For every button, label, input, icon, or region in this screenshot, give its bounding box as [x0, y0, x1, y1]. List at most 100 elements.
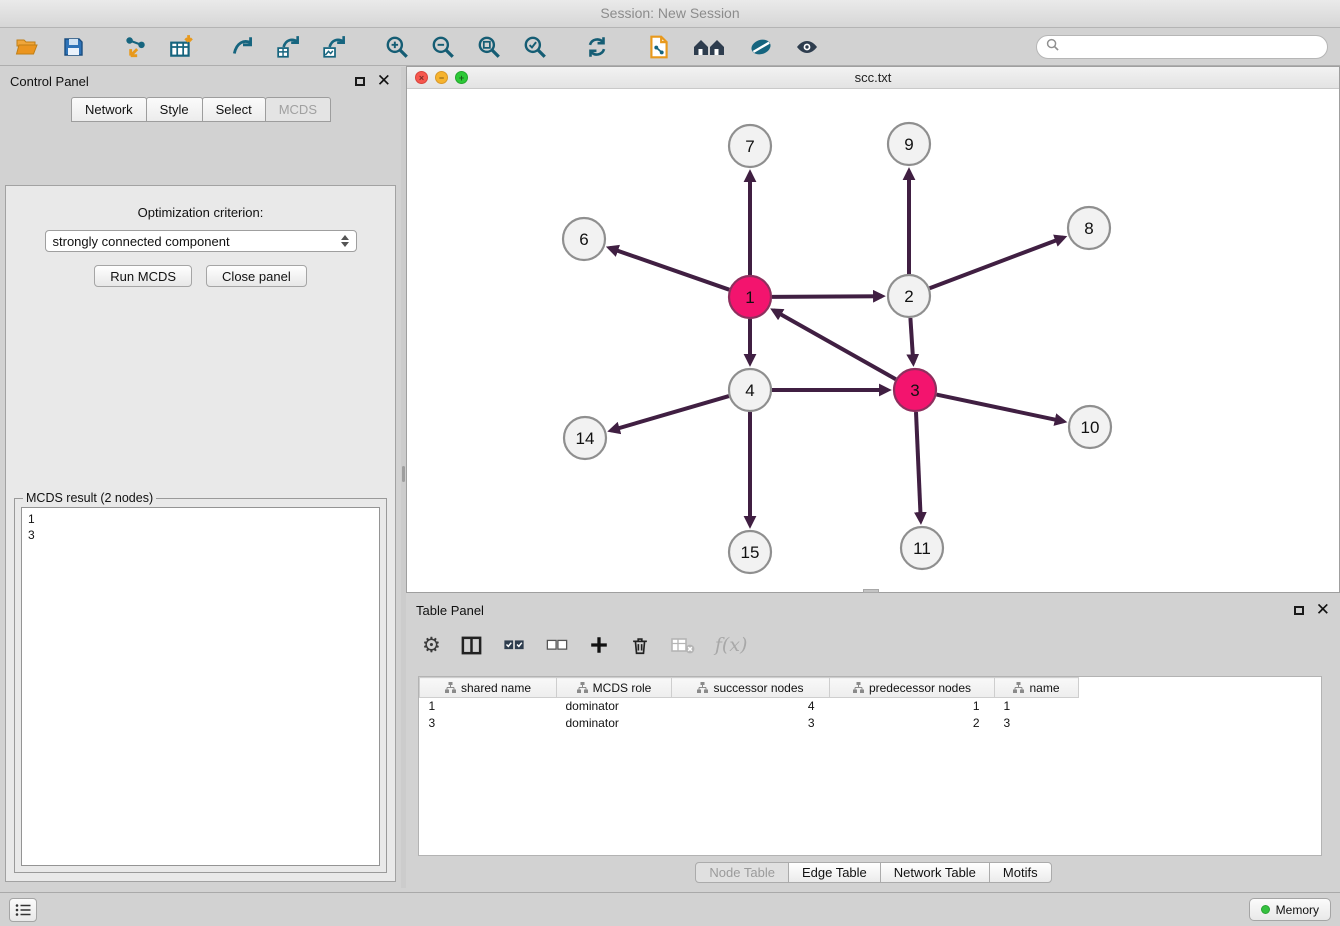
float-table-panel-icon[interactable]	[1294, 606, 1304, 615]
graph-edge-3-1[interactable]	[774, 310, 896, 379]
import-network-icon[interactable]	[120, 32, 150, 62]
graph-node-10[interactable]: 10	[1069, 406, 1111, 448]
svg-text:15: 15	[741, 543, 760, 562]
function-builder-icon[interactable]: f(x)	[715, 634, 748, 656]
mcds-result-group: MCDS result (2 nodes) 13	[14, 491, 387, 873]
column-header-successor-nodes[interactable]: successor nodes	[672, 678, 830, 698]
graph-edge-3-10[interactable]	[937, 395, 1064, 422]
graph-node-15[interactable]: 15	[729, 531, 771, 573]
tab-select[interactable]: Select	[202, 97, 266, 122]
search-field[interactable]	[1036, 35, 1328, 59]
tab-mcds[interactable]: MCDS	[265, 97, 331, 122]
mcds-panel: Optimization criterion: strongly connect…	[5, 185, 396, 882]
graph-node-3[interactable]: 3	[894, 369, 936, 411]
zoom-in-icon[interactable]	[382, 32, 412, 62]
graph-edge-3-11[interactable]	[916, 412, 921, 521]
close-panel-icon[interactable]: ✕	[377, 73, 391, 90]
zoom-out-icon[interactable]	[428, 32, 458, 62]
svg-text:4: 4	[745, 381, 754, 400]
column-header-predecessor-nodes[interactable]: predecessor nodes	[830, 678, 995, 698]
table-settings-icon[interactable]: ⚙	[422, 635, 441, 656]
table-row[interactable]: 3dominator323	[420, 715, 1322, 732]
node-table-header-row: shared nameMCDS rolesuccessor nodesprede…	[420, 678, 1322, 698]
table-row[interactable]: 1dominator411	[420, 698, 1322, 715]
mcds-result-title: MCDS result (2 nodes)	[23, 491, 156, 505]
window-minimize-button[interactable]: −	[435, 71, 448, 84]
zoom-fit-icon[interactable]	[474, 32, 504, 62]
memory-button[interactable]: Memory	[1249, 898, 1331, 921]
close-panel-button[interactable]: Close panel	[206, 265, 307, 287]
tab-node-table[interactable]: Node Table	[695, 862, 789, 883]
tab-edge-table[interactable]: Edge Table	[788, 862, 881, 883]
graph-edge-4-14[interactable]	[611, 396, 729, 430]
mcds-result-list[interactable]: 13	[21, 507, 380, 866]
graph-node-6[interactable]: 6	[563, 218, 605, 260]
svg-text:1: 1	[745, 288, 754, 307]
svg-text:8: 8	[1084, 219, 1093, 238]
graph-edge-2-3[interactable]	[910, 318, 913, 363]
graph-node-4[interactable]: 4	[729, 369, 771, 411]
graph-node-7[interactable]: 7	[729, 125, 771, 167]
search-input[interactable]	[1065, 39, 1318, 54]
table-panel-title: Table Panel	[416, 603, 484, 618]
graph-edge-1-6[interactable]	[610, 248, 730, 290]
save-session-icon[interactable]	[58, 32, 88, 62]
copy-network-icon[interactable]	[644, 32, 674, 62]
show-columns-icon[interactable]	[460, 634, 483, 657]
app-title: Session: New Session	[600, 5, 739, 21]
run-mcds-button[interactable]: Run MCDS	[94, 265, 192, 287]
main-toolbar	[0, 28, 1340, 66]
table-tabs: Node Table Edge Table Network Table Moti…	[406, 862, 1340, 883]
import-table-icon[interactable]	[166, 32, 196, 62]
graph-edge-2-8[interactable]	[930, 238, 1064, 289]
graph-node-9[interactable]: 9	[888, 123, 930, 165]
close-table-panel-icon[interactable]: ✕	[1316, 602, 1330, 619]
column-header-MCDS-role[interactable]: MCDS role	[557, 678, 672, 698]
mcds-result-item[interactable]: 3	[28, 527, 373, 543]
refresh-layout-icon[interactable]	[582, 32, 612, 62]
tab-style[interactable]: Style	[146, 97, 203, 122]
delete-table-icon[interactable]	[670, 634, 696, 656]
new-network-icon[interactable]	[228, 32, 258, 62]
svg-text:7: 7	[745, 137, 754, 156]
home-layout-icon[interactable]	[690, 32, 730, 62]
apply-style-icon[interactable]	[746, 32, 776, 62]
show-graphics-icon[interactable]	[792, 32, 822, 62]
graph-node-14[interactable]: 14	[564, 417, 606, 459]
search-icon	[1046, 38, 1059, 56]
window-zoom-button[interactable]: +	[455, 71, 468, 84]
tab-network[interactable]: Network	[71, 97, 147, 122]
network-window-title: scc.txt	[855, 70, 892, 85]
window-resize-grip[interactable]	[863, 589, 879, 593]
tab-network-table[interactable]: Network Table	[880, 862, 990, 883]
svg-text:11: 11	[913, 539, 931, 558]
graph-node-1[interactable]: 1	[729, 276, 771, 318]
deselect-all-columns-icon[interactable]	[545, 634, 569, 656]
delete-column-icon[interactable]	[629, 634, 651, 656]
tab-motifs[interactable]: Motifs	[989, 862, 1052, 883]
network-canvas[interactable]: 7 9 6 8 1 2 4 3 10 14 15 11	[407, 89, 1339, 592]
task-history-button[interactable]	[9, 898, 37, 922]
svg-text:14: 14	[576, 429, 595, 448]
mcds-result-item[interactable]: 1	[28, 511, 373, 527]
graph-node-8[interactable]: 8	[1068, 207, 1110, 249]
svg-text:3: 3	[910, 381, 919, 400]
zoom-selected-icon[interactable]	[520, 32, 550, 62]
svg-text:2: 2	[904, 287, 913, 306]
select-all-columns-icon[interactable]	[502, 634, 526, 656]
open-session-icon[interactable]	[12, 32, 42, 62]
window-close-button[interactable]: ×	[415, 71, 428, 84]
graph-node-11[interactable]: 11	[901, 527, 943, 569]
column-header-name[interactable]: name	[995, 678, 1079, 698]
graph-edge-1-2[interactable]	[772, 296, 882, 297]
export-image-icon[interactable]	[320, 32, 350, 62]
control-panel: Control Panel ✕ Network Style Select MCD…	[0, 67, 401, 888]
add-column-icon[interactable]	[588, 634, 610, 656]
panel-divider-handle[interactable]	[402, 466, 405, 482]
criterion-select[interactable]: strongly connected component	[45, 230, 357, 252]
column-header-shared-name[interactable]: shared name	[420, 678, 557, 698]
graph-node-2[interactable]: 2	[888, 275, 930, 317]
svg-text:6: 6	[579, 230, 588, 249]
float-panel-icon[interactable]	[355, 77, 365, 86]
clone-network-icon[interactable]	[274, 32, 304, 62]
